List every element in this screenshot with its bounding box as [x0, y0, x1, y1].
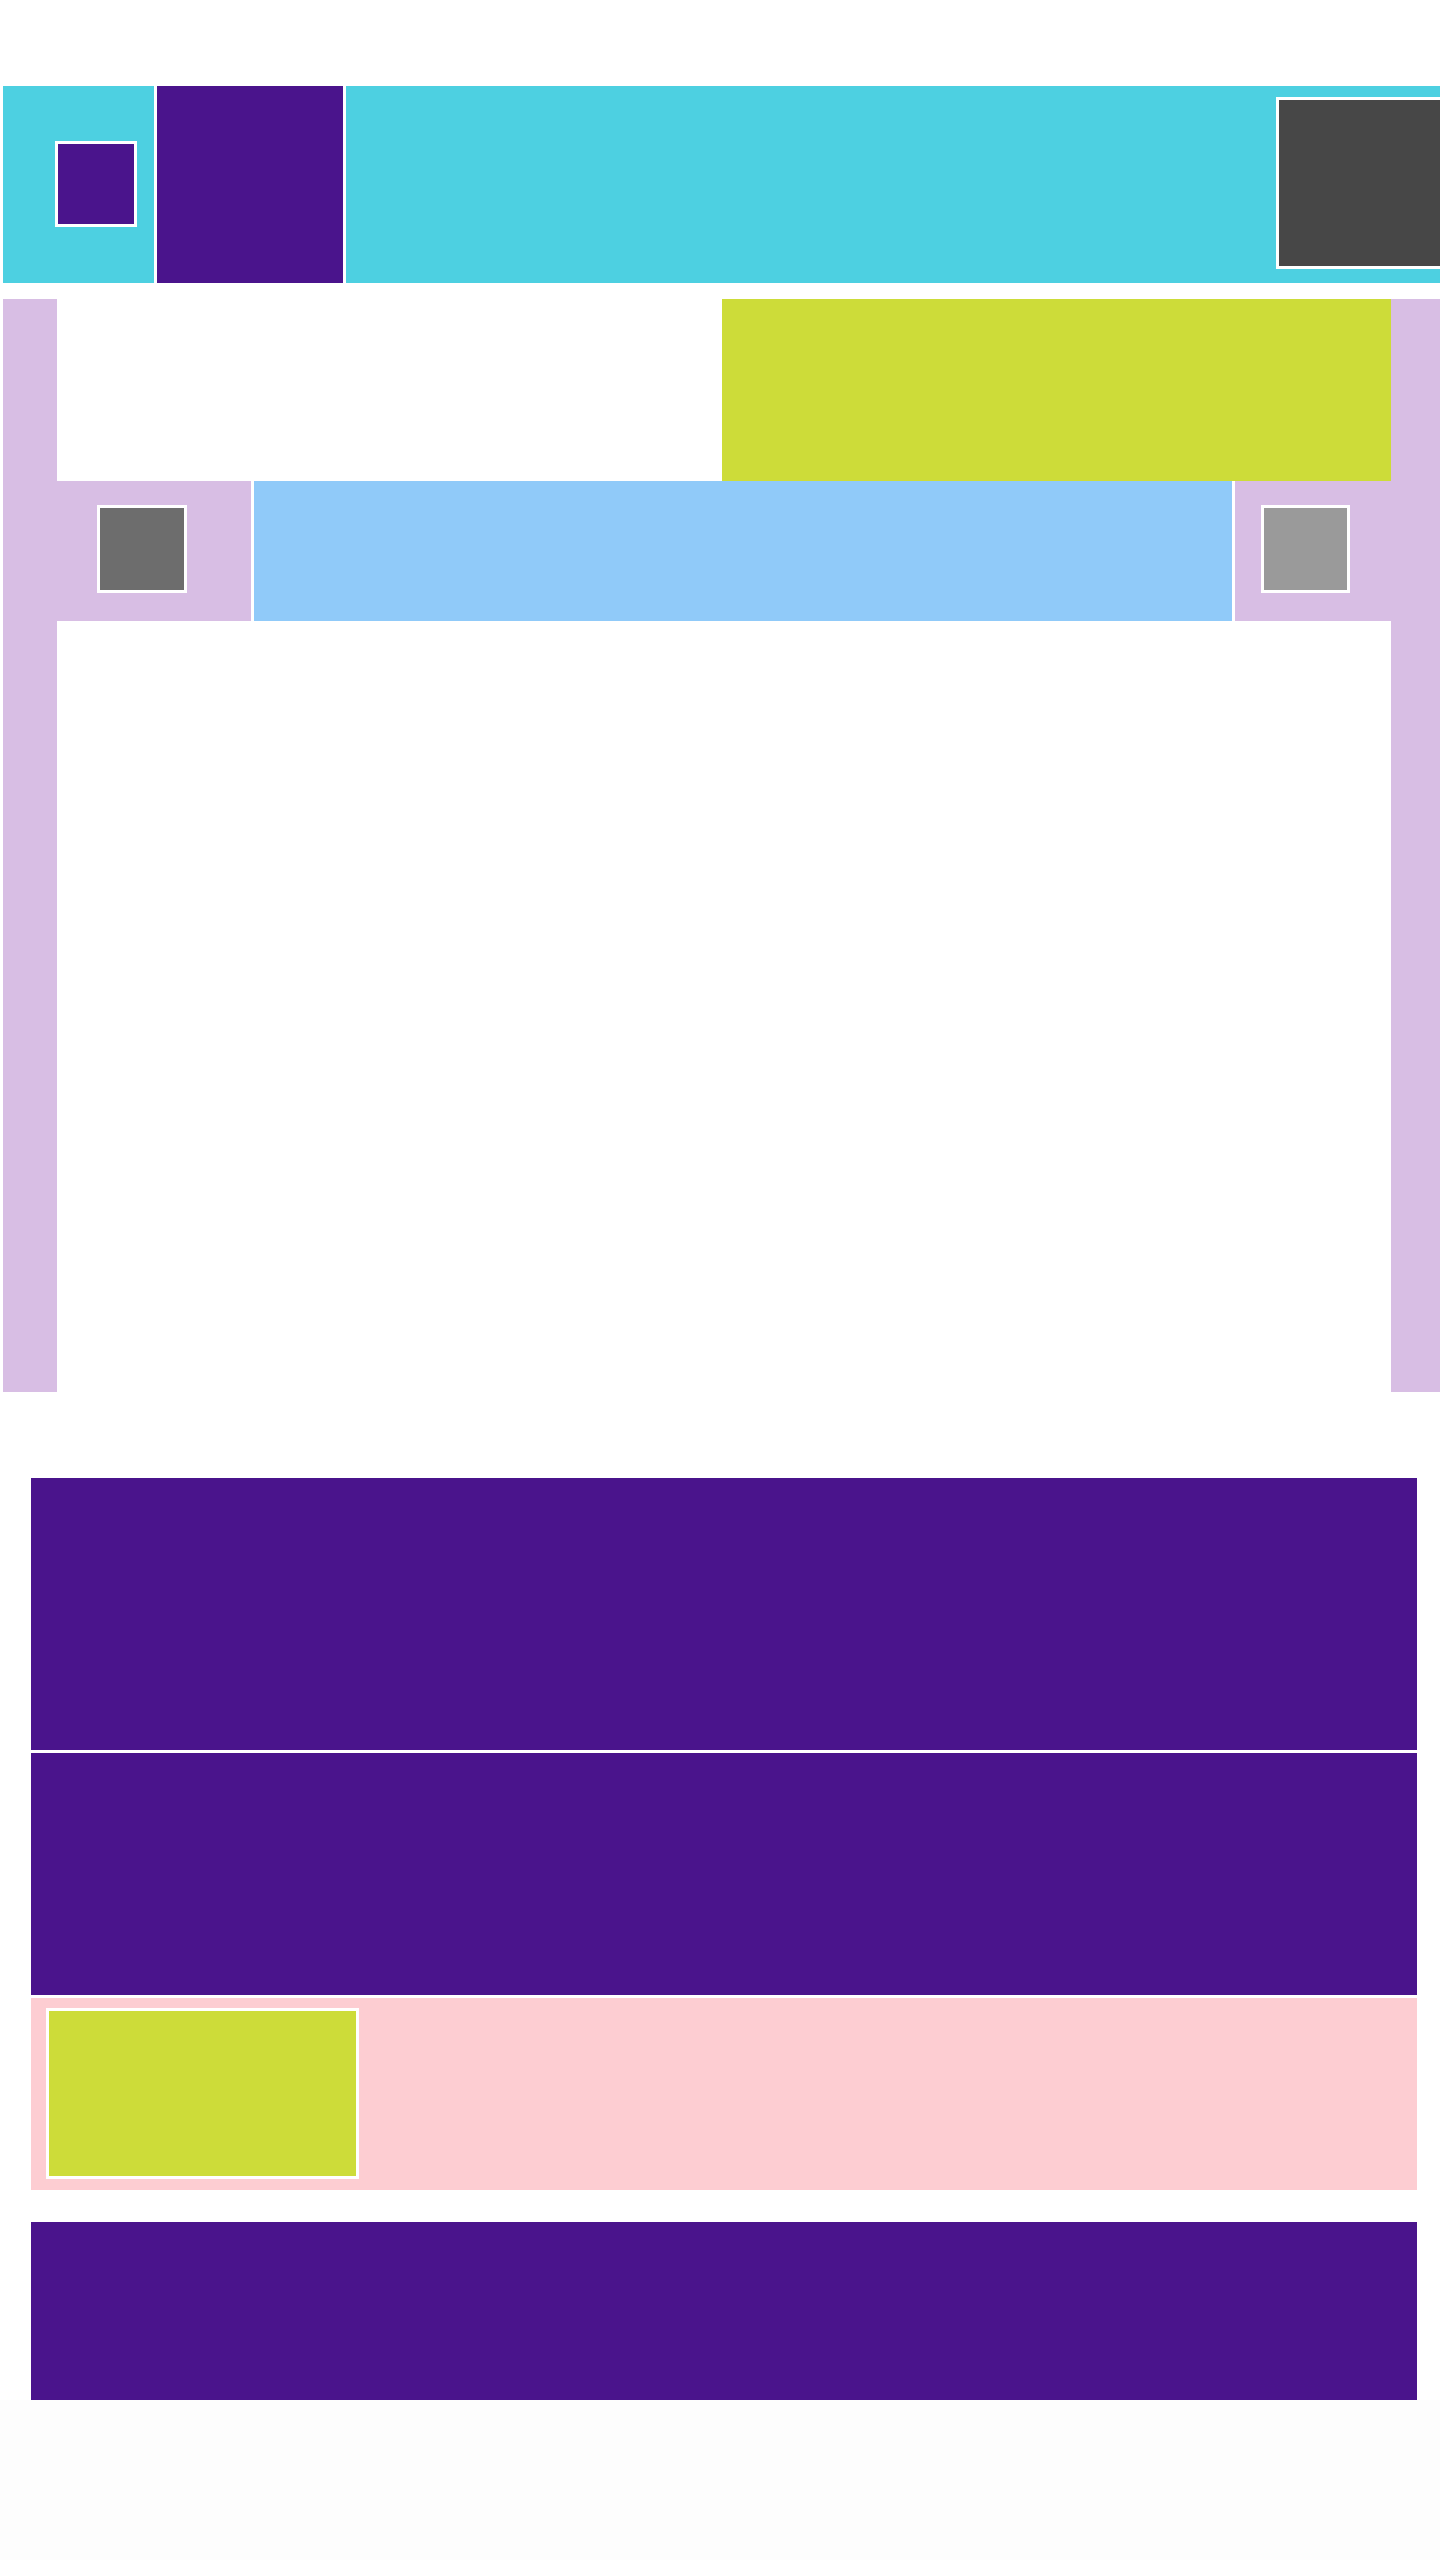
card-left-gutter — [3, 299, 57, 1392]
chevron-right-icon[interactable] — [1261, 505, 1350, 593]
search-input[interactable] — [253, 481, 1233, 621]
list-item[interactable] — [31, 1478, 1417, 1750]
nav-divider — [251, 481, 254, 621]
list-item[interactable] — [31, 1753, 1417, 1995]
menu-icon[interactable] — [55, 141, 137, 227]
page-bottom-spacer — [0, 2400, 1440, 2560]
brand-logo[interactable] — [157, 86, 343, 283]
footer-banner[interactable] — [31, 2222, 1417, 2400]
image-icon — [46, 2008, 359, 2179]
promo-banner[interactable] — [722, 299, 1391, 481]
card-right-gutter — [1391, 299, 1440, 1392]
chevron-left-icon[interactable] — [97, 505, 187, 593]
header-divider — [343, 86, 346, 283]
nav-divider — [1232, 481, 1235, 621]
avatar-icon[interactable] — [1276, 97, 1440, 269]
